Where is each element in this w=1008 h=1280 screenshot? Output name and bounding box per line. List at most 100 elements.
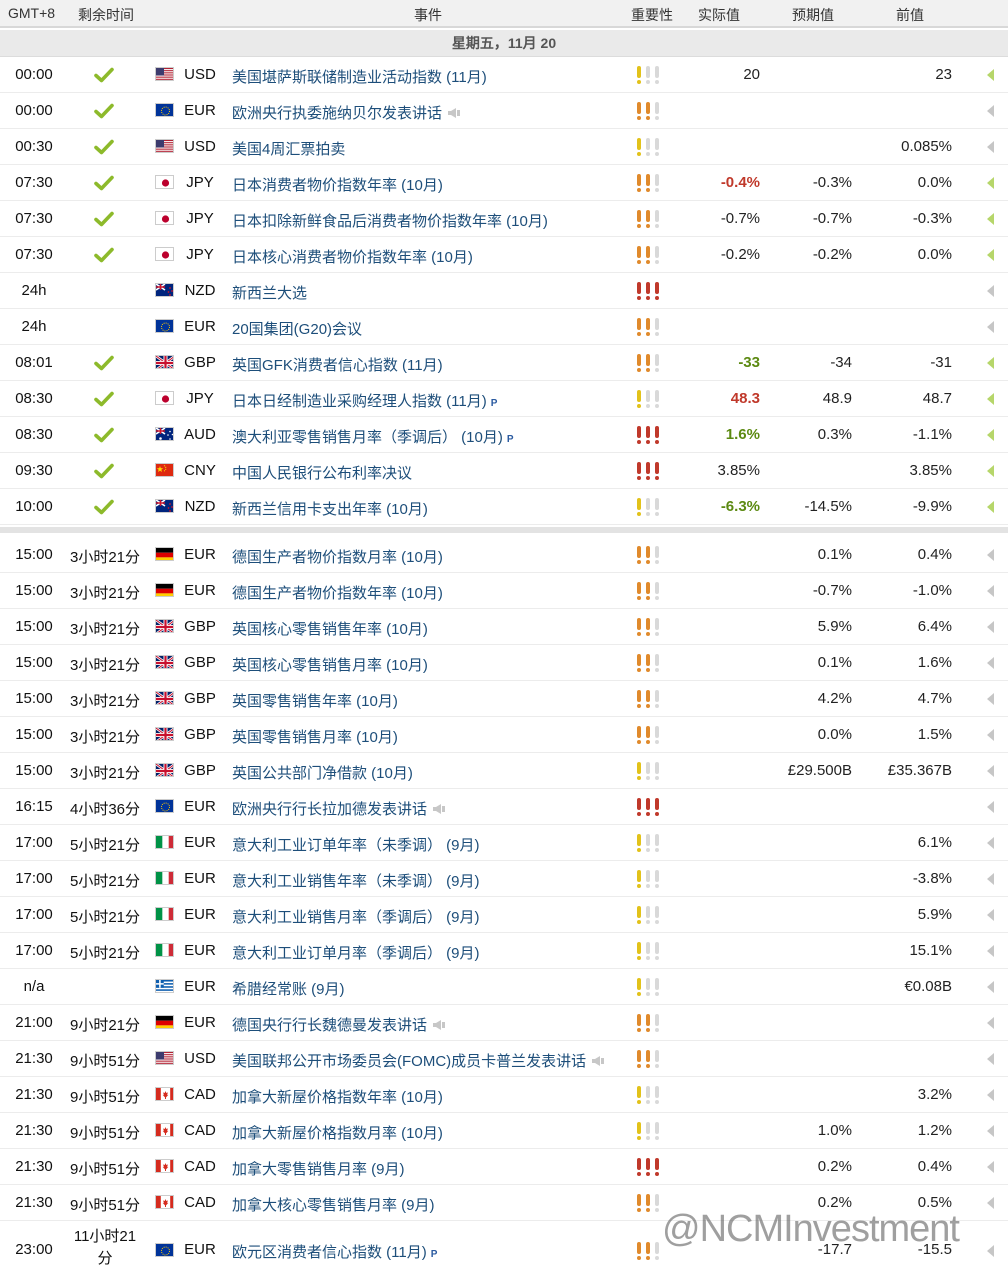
event-link[interactable]: 加拿大新屋价格指数月率 (10月) [232, 1122, 443, 1143]
expand-arrow-icon[interactable] [987, 105, 994, 117]
expand-arrow-icon[interactable] [987, 1053, 994, 1065]
event-row[interactable]: 15:00 3小时21分 EUR 德国生产者物价指数年率 (10月) -0.7% -1.0… [0, 573, 1008, 609]
event-title[interactable]: 加拿大新屋价格指数月率 (10月) [232, 1125, 443, 1142]
event-row[interactable]: 21:00 9小时21分 EUR 德国央行行长魏德曼发表讲话 [0, 1005, 1008, 1041]
event-link[interactable]: 20国集团(G20)会议 [232, 318, 362, 339]
event-link[interactable]: 意大利工业销售年率（未季调） (9月) [232, 870, 480, 891]
event-row[interactable]: 21:30 9小时51分 CAD 加拿大零售销售月率 (9月) 0.2% 0.4% [0, 1149, 1008, 1185]
event-row[interactable]: 16:15 4小时36分 EUR 欧洲央行行长拉加德发表讲话 [0, 789, 1008, 825]
event-title[interactable]: 意大利工业销售月率（季调后） (9月) [232, 909, 480, 926]
event-row[interactable]: 17:00 5小时21分 EUR 意大利工业销售年率（未季调） (9月) -3.8% [0, 861, 1008, 897]
event-row[interactable]: 10:00 NZD 新西兰信用卡支出年率 (10月) -6.3% -14.5% -9.9% [0, 489, 1008, 525]
timezone-header[interactable]: GMT+8 [8, 5, 55, 21]
event-title[interactable]: 中国人民银行公布利率决议 [232, 465, 412, 482]
event-link[interactable]: 新西兰大选 [232, 282, 307, 303]
expand-arrow-icon[interactable] [987, 1245, 994, 1257]
event-link[interactable]: 德国生产者物价指数年率 (10月) [232, 582, 443, 603]
event-row[interactable]: 24h NZD 新西兰大选 [0, 273, 1008, 309]
event-title[interactable]: 日本核心消费者物价指数年率 (10月) [232, 249, 473, 266]
event-title[interactable]: 英国零售销售年率 (10月) [232, 693, 398, 710]
event-title[interactable]: 澳大利亚零售销售月率（季调后） (10月) [232, 429, 503, 446]
event-link[interactable]: 德国生产者物价指数月率 (10月) [232, 546, 443, 567]
event-row[interactable]: 08:30 JPY 日本日经制造业采购经理人指数 (11月) P 48.3 48.9 48.… [0, 381, 1008, 417]
expand-arrow-icon[interactable] [987, 873, 994, 885]
event-row[interactable]: 17:00 5小时21分 EUR 意大利工业订单月率（季调后） (9月) 15.1% [0, 933, 1008, 969]
event-link[interactable]: 欧元区消费者信心指数 (11月) P [232, 1241, 437, 1262]
event-link[interactable]: 意大利工业订单月率（季调后） (9月) [232, 942, 480, 963]
event-title[interactable]: 德国生产者物价指数月率 (10月) [232, 549, 443, 566]
event-row[interactable]: 00:00 EUR 欧洲央行执委施纳贝尔发表讲话 [0, 93, 1008, 129]
event-row[interactable]: 09:30 CNY 中国人民银行公布利率决议 3.85% 3.85% [0, 453, 1008, 489]
expand-arrow-icon[interactable] [987, 501, 994, 513]
expand-arrow-icon[interactable] [987, 909, 994, 921]
event-link[interactable]: 加拿大零售销售月率 (9月) [232, 1158, 405, 1179]
event-link[interactable]: 希腊经常账 (9月) [232, 978, 345, 999]
event-title[interactable]: 英国GFK消费者信心指数 (11月) [232, 357, 443, 374]
event-row[interactable]: 00:30 USD 美国4周汇票拍卖 0.085% [0, 129, 1008, 165]
event-title[interactable]: 美国堪萨斯联储制造业活动指数 (11月) [232, 69, 487, 86]
event-link[interactable]: 中国人民银行公布利率决议 [232, 462, 412, 483]
expand-arrow-icon[interactable] [987, 1125, 994, 1137]
event-title[interactable]: 欧洲央行行长拉加德发表讲话 [232, 801, 427, 818]
event-row[interactable]: 21:30 9小时51分 CAD 加拿大新屋价格指数月率 (10月) 1.0% 1.2% [0, 1113, 1008, 1149]
event-row[interactable]: 24h EUR 20国集团(G20)会议 [0, 309, 1008, 345]
event-link[interactable]: 澳大利亚零售销售月率（季调后） (10月) P [232, 426, 514, 447]
event-link[interactable]: 英国零售销售月率 (10月) [232, 726, 398, 747]
expand-arrow-icon[interactable] [987, 765, 994, 777]
event-row[interactable]: 17:00 5小时21分 EUR 意大利工业销售月率（季调后） (9月) 5.9% [0, 897, 1008, 933]
event-link[interactable]: 美国堪萨斯联储制造业活动指数 (11月) [232, 66, 487, 87]
event-title[interactable]: 加拿大核心零售销售月率 (9月) [232, 1197, 435, 1214]
expand-arrow-icon[interactable] [987, 249, 994, 261]
event-title[interactable]: 欧元区消费者信心指数 (11月) [232, 1244, 427, 1261]
event-title[interactable]: 意大利工业销售年率（未季调） (9月) [232, 873, 480, 890]
event-title[interactable]: 英国公共部门净借款 (10月) [232, 765, 413, 782]
event-row[interactable]: 15:00 3小时21分 GBP 英国核心零售销售年率 (10月) 5.9% 6.4% [0, 609, 1008, 645]
event-row[interactable]: 15:00 3小时21分 GBP 英国零售销售月率 (10月) 0.0% 1.5% [0, 717, 1008, 753]
event-title[interactable]: 德国央行行长魏德曼发表讲话 [232, 1017, 427, 1034]
expand-arrow-icon[interactable] [987, 213, 994, 225]
expand-arrow-icon[interactable] [987, 177, 994, 189]
event-title[interactable]: 新西兰信用卡支出年率 (10月) [232, 501, 428, 518]
expand-arrow-icon[interactable] [987, 69, 994, 81]
event-link[interactable]: 日本消费者物价指数年率 (10月) [232, 174, 443, 195]
event-link[interactable]: 日本日经制造业采购经理人指数 (11月) P [232, 390, 497, 411]
expand-arrow-icon[interactable] [987, 549, 994, 561]
expand-arrow-icon[interactable] [987, 657, 994, 669]
event-title[interactable]: 意大利工业订单年率（未季调） (9月) [232, 837, 480, 854]
expand-arrow-icon[interactable] [987, 801, 994, 813]
event-title[interactable]: 加拿大零售销售月率 (9月) [232, 1161, 405, 1178]
event-link[interactable]: 德国央行行长魏德曼发表讲话 [232, 1014, 446, 1035]
event-title[interactable]: 日本扣除新鲜食品后消费者物价指数年率 (10月) [232, 213, 548, 230]
event-link[interactable]: 日本扣除新鲜食品后消费者物价指数年率 (10月) [232, 210, 548, 231]
expand-arrow-icon[interactable] [987, 429, 994, 441]
event-link[interactable]: 美国4周汇票拍卖 [232, 138, 345, 159]
expand-arrow-icon[interactable] [987, 621, 994, 633]
expand-arrow-icon[interactable] [987, 981, 994, 993]
event-title[interactable]: 英国零售销售月率 (10月) [232, 729, 398, 746]
event-title[interactable]: 英国核心零售销售月率 (10月) [232, 657, 428, 674]
event-link[interactable]: 意大利工业订单年率（未季调） (9月) [232, 834, 480, 855]
event-title[interactable]: 20国集团(G20)会议 [232, 321, 362, 338]
event-link[interactable]: 新西兰信用卡支出年率 (10月) [232, 498, 428, 519]
expand-arrow-icon[interactable] [987, 1017, 994, 1029]
expand-arrow-icon[interactable] [987, 393, 994, 405]
event-row[interactable]: 07:30 JPY 日本扣除新鲜食品后消费者物价指数年率 (10月) -0.7% -0.… [0, 201, 1008, 237]
event-row[interactable]: 21:30 9小时51分 USD 美国联邦公开市场委员会(FOMC)成员卡普兰发表讲话 [0, 1041, 1008, 1077]
event-link[interactable]: 英国核心零售销售年率 (10月) [232, 618, 428, 639]
event-link[interactable]: 英国公共部门净借款 (10月) [232, 762, 413, 783]
event-row[interactable]: 00:00 USD 美国堪萨斯联储制造业活动指数 (11月) 20 23 [0, 57, 1008, 93]
event-title[interactable]: 英国核心零售销售年率 (10月) [232, 621, 428, 638]
event-title[interactable]: 美国联邦公开市场委员会(FOMC)成员卡普兰发表讲话 [232, 1053, 586, 1070]
expand-arrow-icon[interactable] [987, 285, 994, 297]
event-title[interactable]: 德国生产者物价指数年率 (10月) [232, 585, 443, 602]
event-link[interactable]: 日本核心消费者物价指数年率 (10月) [232, 246, 473, 267]
event-title[interactable]: 新西兰大选 [232, 285, 307, 302]
expand-arrow-icon[interactable] [987, 837, 994, 849]
expand-arrow-icon[interactable] [987, 357, 994, 369]
event-row[interactable]: 08:30 AUD 澳大利亚零售销售月率（季调后） (10月) P 1.6% 0.3% -1… [0, 417, 1008, 453]
event-link[interactable]: 欧洲央行执委施纳贝尔发表讲话 [232, 102, 461, 123]
event-link[interactable]: 美国联邦公开市场委员会(FOMC)成员卡普兰发表讲话 [232, 1050, 605, 1071]
expand-arrow-icon[interactable] [987, 465, 994, 477]
event-row[interactable]: 07:30 JPY 日本消费者物价指数年率 (10月) -0.4% -0.3% 0.0% [0, 165, 1008, 201]
event-title[interactable]: 意大利工业订单月率（季调后） (9月) [232, 945, 480, 962]
